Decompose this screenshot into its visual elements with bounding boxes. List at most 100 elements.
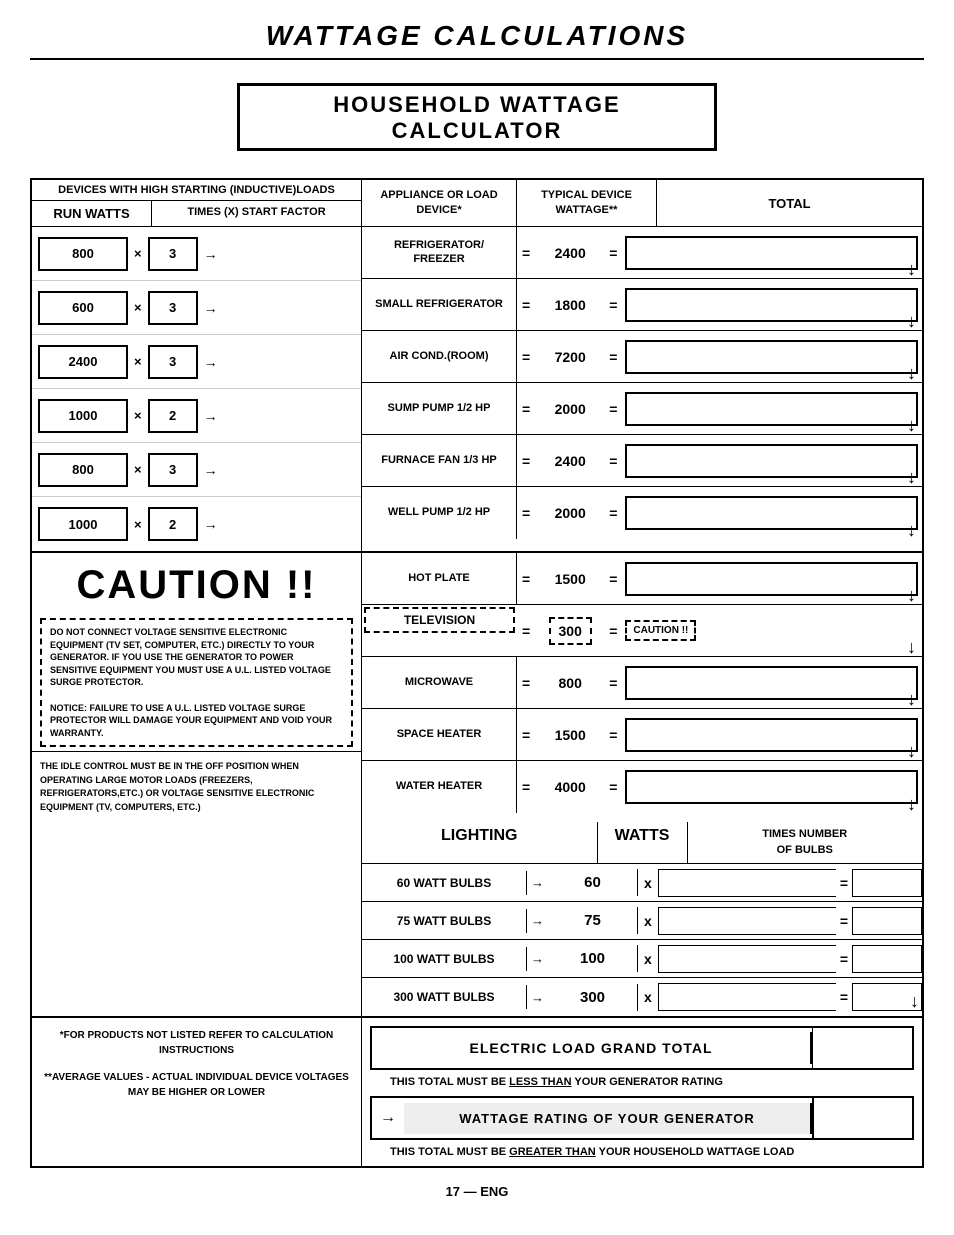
caution-right-col: HOT PLATE = 1500 = ↓ TELEVISION = 300 = [362, 553, 922, 822]
note1-block: *FOR PRODUCTS NOT LISTED REFER TO CALCUL… [40, 1028, 353, 1058]
down-arrow-icon: ↓ [910, 992, 919, 1010]
total-input[interactable] [625, 770, 918, 804]
caution-idle-box: THE IDLE CONTROL MUST BE IN THE OFF POSI… [32, 751, 361, 822]
bottom-section: *FOR PRODUCTS NOT LISTED REFER TO CALCUL… [30, 1018, 924, 1168]
total-input[interactable] [625, 562, 918, 596]
caution-section: CAUTION !! DO NOT CONNECT VOLTAGE SENSIT… [30, 553, 924, 822]
calculator-title: HOUSEHOLD WATTAGE CALCULATOR [333, 92, 620, 143]
equals-1: = [517, 331, 535, 382]
appliance-row: AIR COND.(ROOM) = 7200 = ↓ [362, 331, 922, 383]
run-watts-value[interactable]: 1000 [38, 507, 128, 541]
bulb-count-input[interactable] [658, 869, 836, 897]
calculator-title-box: HOUSEHOLD WATTAGE CALCULATOR [237, 83, 717, 151]
sub-note-1: THIS TOTAL MUST BE LESS THAN YOUR GENERA… [370, 1076, 914, 1088]
tv-wattage-value: 300 [549, 617, 592, 645]
grand-total-label: ELECTRIC LOAD GRAND TOTAL [372, 1032, 812, 1064]
generator-row: → WATTAGE RATING OF YOUR GENERATOR [370, 1096, 914, 1140]
equals-1: = [517, 279, 535, 330]
appliance-name: HOT PLATE [362, 553, 517, 604]
total-area: ↓ [621, 435, 922, 486]
total-input[interactable] [625, 496, 918, 530]
equals-2: = [605, 709, 621, 760]
start-factor-value[interactable]: 2 [148, 399, 198, 433]
bulb-name: 100 WATT BULBS [362, 947, 527, 971]
bulb-count-input[interactable] [658, 983, 836, 1011]
total-area: ↓ [621, 383, 922, 434]
bulb-total-input[interactable] [852, 945, 922, 973]
equals-2: = [605, 279, 621, 330]
down-arrow-icon: ↓ [907, 690, 916, 708]
appliance-row: MICROWAVE = 800 = ↓ [362, 657, 922, 709]
sub-note-2b: GREATER THAN [509, 1146, 596, 1158]
start-factor-value[interactable]: 3 [148, 237, 198, 271]
appliance-name: SPACE HEATER [362, 709, 517, 760]
appliance-name: REFRIGERATOR/FREEZER [362, 227, 517, 278]
bulb-total-input[interactable] [852, 907, 922, 935]
bulb-count-input[interactable] [658, 945, 836, 973]
lighting-watts-label: WATTS [598, 822, 688, 863]
inductive-rows-col: 800 × 3 → 600 × 3 → 2400 × 3 → 1000 [32, 227, 362, 551]
total-input[interactable] [625, 718, 918, 752]
total-input[interactable] [625, 666, 918, 700]
caution-badge: CAUTION !! [625, 620, 696, 641]
down-arrow-icon: ↓ [907, 521, 916, 539]
start-factor-value[interactable]: 3 [148, 345, 198, 379]
equals-2: = [605, 383, 621, 434]
start-factor-value[interactable]: 2 [148, 507, 198, 541]
total-area: ↓ [621, 657, 922, 708]
page-number: 17 — ENG [30, 1184, 924, 1199]
start-factor-value[interactable]: 3 [148, 453, 198, 487]
down-arrow-icon: ↓ [907, 795, 916, 813]
total-input[interactable] [625, 236, 918, 270]
arrow-icon: → [527, 990, 548, 1005]
equals-sign: = [836, 951, 852, 967]
bulb-name: 300 WATT BULBS [362, 985, 527, 1009]
lighting-times-label: TIMES NUMBEROF BULBS [688, 822, 923, 863]
arrow-right-icon: → [204, 462, 218, 478]
run-watts-value[interactable]: 600 [38, 291, 128, 325]
appliance-row: WATER HEATER = 4000 = ↓ [362, 761, 922, 813]
down-arrow-icon: ↓ [907, 742, 916, 760]
caution-left-col: CAUTION !! DO NOT CONNECT VOLTAGE SENSIT… [32, 553, 362, 822]
inductive-row: 800 × 3 → [32, 443, 361, 497]
grand-total-input[interactable] [812, 1028, 912, 1068]
bulb-count-input[interactable] [658, 907, 836, 935]
calculator-container: DEVICES WITH HIGH STARTING (INDUCTIVE)LO… [30, 178, 924, 1168]
wattage-value: 1500 [535, 553, 605, 604]
total-area: ↓ [621, 761, 922, 813]
total-input[interactable] [625, 340, 918, 374]
generator-input[interactable] [812, 1098, 912, 1138]
total-area: ↓ [621, 227, 922, 278]
start-factor-value[interactable]: 3 [148, 291, 198, 325]
times-symbol: × [134, 517, 142, 532]
appliance-name: AIR COND.(ROOM) [362, 331, 517, 382]
total-input[interactable] [625, 392, 918, 426]
tv-appliance-name: TELEVISION [364, 607, 515, 633]
appliance-row: WELL PUMP 1/2 HP = 2000 = ↓ [362, 487, 922, 539]
run-watts-value[interactable]: 2400 [38, 345, 128, 379]
appliance-row: REFRIGERATOR/FREEZER = 2400 = ↓ [362, 227, 922, 279]
table-header: DEVICES WITH HIGH STARTING (INDUCTIVE)LO… [30, 178, 924, 226]
idle-text: THE IDLE CONTROL MUST BE IN THE OFF POSI… [40, 761, 314, 812]
lighting-row: 100 WATT BULBS → 100 x = [362, 940, 922, 978]
equals-sign: = [836, 875, 852, 891]
wattage-value: 1500 [535, 709, 605, 760]
generator-label: WATTAGE RATING OF YOUR GENERATOR [404, 1103, 812, 1134]
equals-1: = [517, 487, 535, 539]
run-watts-value[interactable]: 800 [38, 453, 128, 487]
lighting-col-label: LIGHTING [362, 822, 598, 863]
down-arrow-icon: ↓ [907, 260, 916, 278]
caution-dashed-box: DO NOT CONNECT VOLTAGE SENSITIVE ELECTRO… [40, 618, 353, 747]
lighting-row: 60 WATT BULBS → 60 x = [362, 864, 922, 902]
appliance-name: FURNACE FAN 1/3 HP [362, 435, 517, 486]
total-input[interactable] [625, 444, 918, 478]
total-input[interactable] [625, 288, 918, 322]
run-watts-value[interactable]: 1000 [38, 399, 128, 433]
run-watts-value[interactable]: 800 [38, 237, 128, 271]
bulb-name: 75 WATT BULBS [362, 909, 527, 933]
times-symbol: × [134, 462, 142, 477]
header-sub-row: RUN WATTS TIMES (X) START FACTOR [32, 201, 361, 226]
bulb-total-input[interactable] [852, 869, 922, 897]
appliance-name: WATER HEATER [362, 761, 517, 813]
equals-1: = [517, 761, 535, 813]
